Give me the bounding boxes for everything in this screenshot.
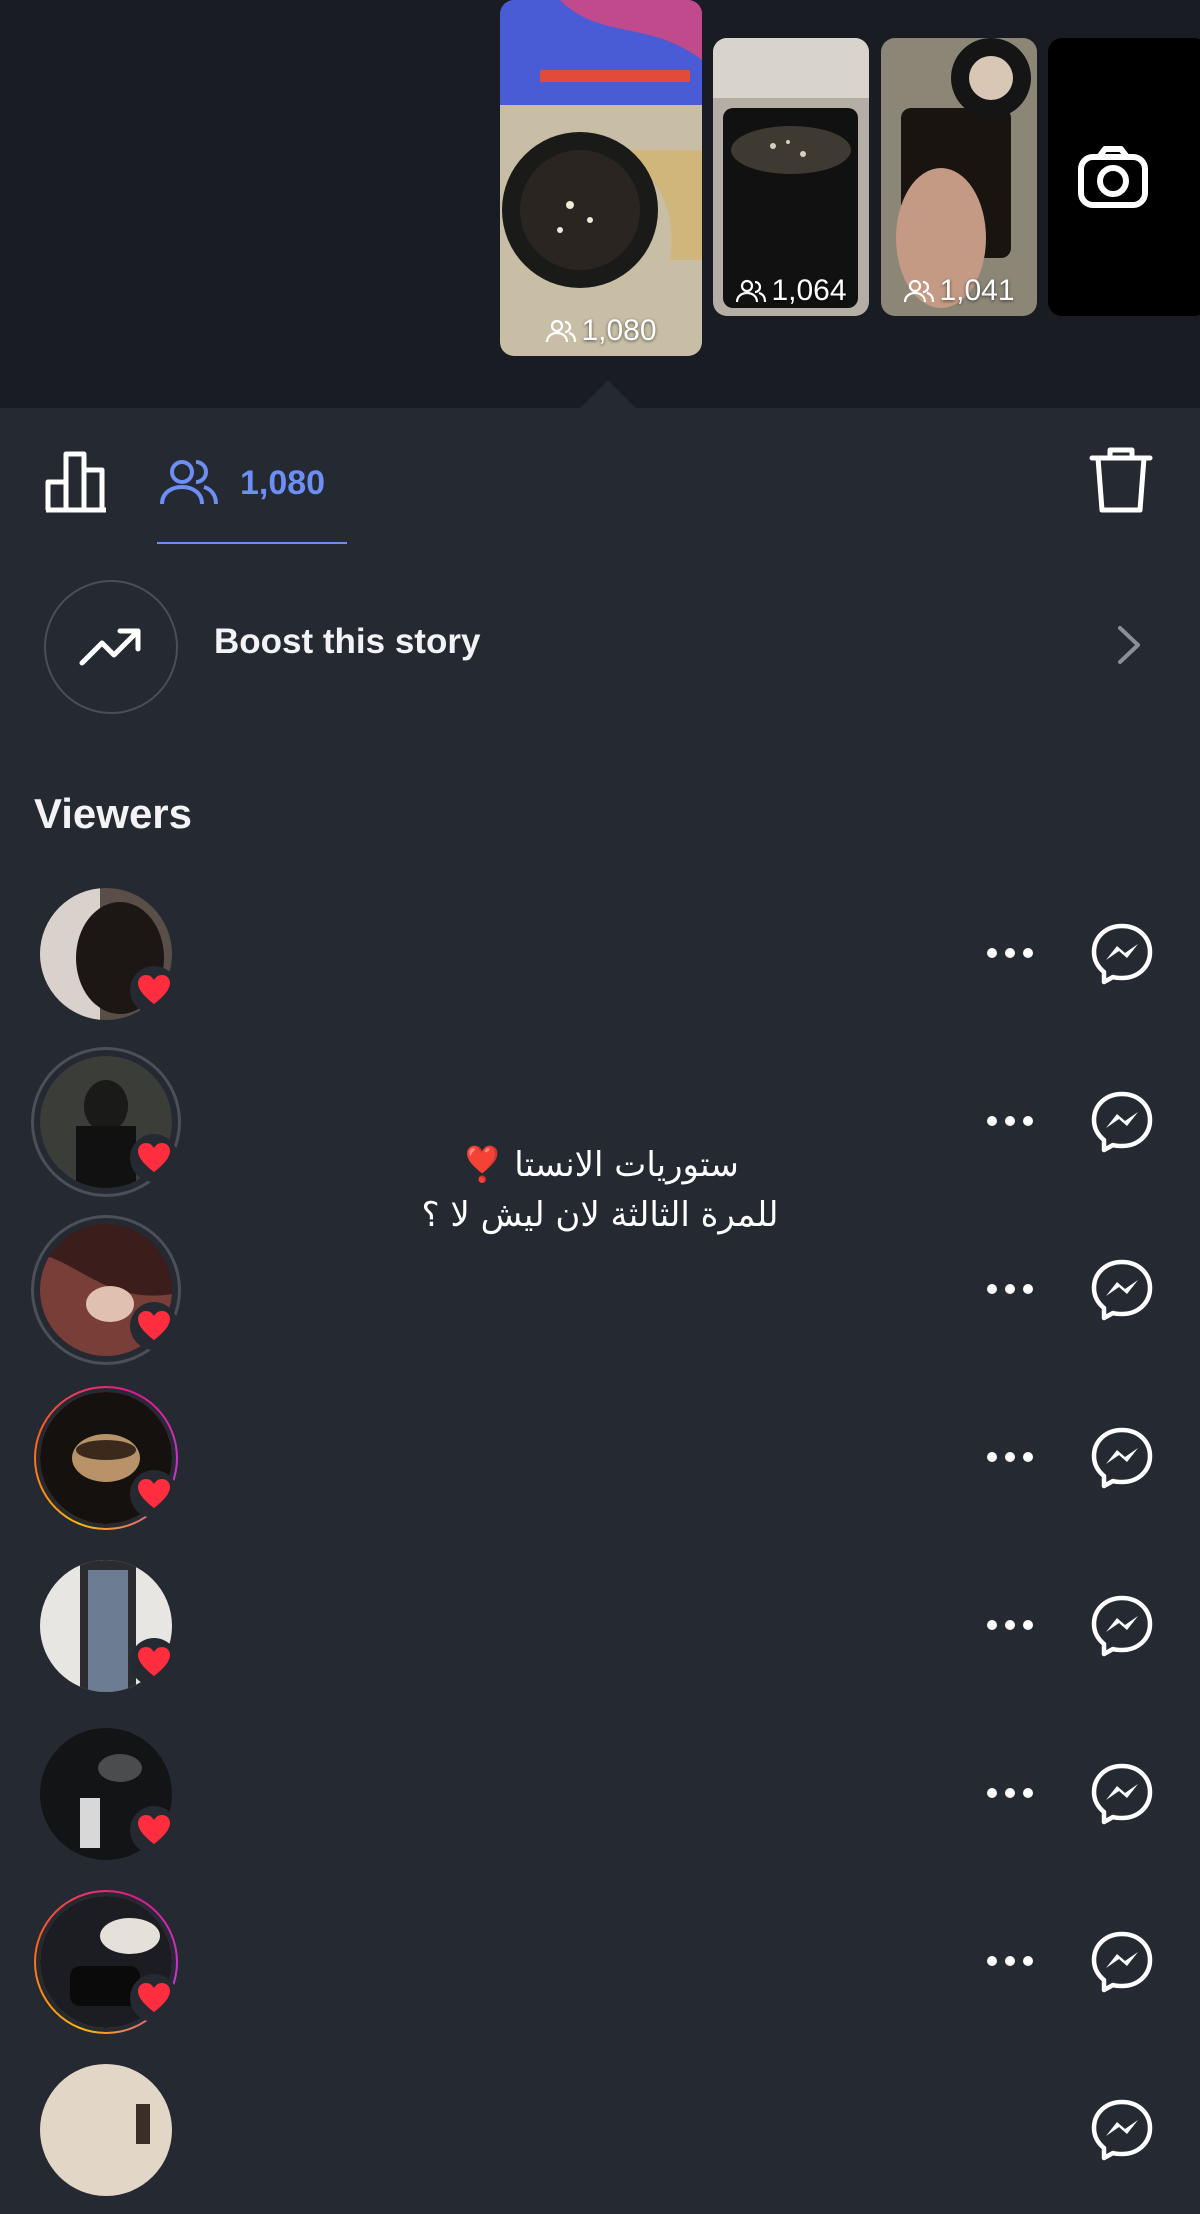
heart-icon: [130, 1974, 178, 2022]
boost-story-row[interactable]: Boost this story: [0, 570, 1200, 720]
messenger-icon[interactable]: [1090, 1426, 1154, 1490]
heart-icon: [130, 966, 178, 1014]
heart-icon: [130, 1134, 178, 1182]
more-icon[interactable]: [984, 1948, 1036, 1974]
active-tab-indicator: [157, 542, 347, 544]
insights-button[interactable]: [44, 448, 114, 514]
more-icon[interactable]: [984, 1444, 1036, 1470]
viewers-icon: [904, 279, 935, 303]
viewers-icon: [546, 319, 577, 343]
story-toolbar: 1,080: [0, 408, 1200, 544]
add-story-button[interactable]: [1048, 38, 1200, 316]
viewers-icon: [160, 460, 218, 505]
viewers-tab[interactable]: 1,080: [158, 448, 325, 518]
viewer-row[interactable]: [0, 1374, 1200, 1542]
avatar[interactable]: [34, 882, 178, 1026]
more-icon[interactable]: [984, 1612, 1036, 1638]
avatar[interactable]: [34, 1050, 178, 1194]
story-thumbnail[interactable]: 1,064: [713, 38, 869, 316]
selected-story-pointer: [578, 380, 638, 410]
viewers-title: Viewers: [34, 790, 193, 837]
trash-icon: [1089, 447, 1153, 513]
heart-icon: [130, 1806, 178, 1854]
story-strip: 1,080 1,064 1,041: [0, 0, 1200, 408]
chevron-right-icon: [1118, 626, 1140, 664]
viewer-row[interactable]: [0, 1878, 1200, 2046]
messenger-icon[interactable]: [1090, 1090, 1154, 1154]
story-image: [500, 0, 702, 356]
more-icon[interactable]: [984, 1276, 1036, 1302]
overlay-caption-line1: ستوريات الانستا ❣️: [461, 1145, 739, 1185]
messenger-icon[interactable]: [1090, 922, 1154, 986]
avatar[interactable]: [34, 1386, 178, 1530]
messenger-icon[interactable]: [1090, 1594, 1154, 1658]
avatar[interactable]: [34, 1554, 178, 1698]
avatar[interactable]: [34, 2058, 178, 2202]
avatar[interactable]: [34, 1218, 178, 1362]
story-view-count: 1,080: [500, 314, 702, 348]
viewer-count: 1,080: [240, 463, 326, 502]
overlay-caption-line2: للمرة الثالثة لان ليش لا ؟: [421, 1195, 779, 1235]
messenger-icon[interactable]: [1090, 1930, 1154, 1994]
heart-icon: [130, 1302, 178, 1350]
overlay-caption: ستوريات الانستا ❣️ للمرة الثالثة لان ليش…: [380, 1140, 820, 1240]
messenger-icon[interactable]: [1090, 1258, 1154, 1322]
story-thumbnail[interactable]: 1,041: [881, 38, 1037, 316]
trend-up-icon: [79, 628, 141, 666]
boost-icon-circle: [44, 580, 178, 714]
avatar[interactable]: [34, 1722, 178, 1866]
viewer-row[interactable]: [0, 870, 1200, 1038]
viewer-row[interactable]: [0, 2046, 1200, 2214]
viewer-row[interactable]: [0, 1542, 1200, 1710]
story-view-count: 1,041: [881, 274, 1037, 308]
messenger-icon[interactable]: [1090, 2098, 1154, 2162]
insights-icon: [45, 451, 106, 513]
more-icon[interactable]: [984, 1780, 1036, 1806]
delete-story-button[interactable]: [1088, 444, 1154, 516]
camera-icon: [1078, 146, 1148, 208]
viewer-row[interactable]: [0, 1710, 1200, 1878]
heart-icon: [130, 1470, 178, 1518]
more-icon[interactable]: [984, 1108, 1036, 1134]
messenger-icon[interactable]: [1090, 1762, 1154, 1826]
story-view-count: 1,064: [713, 274, 869, 308]
boost-label: Boost this story: [214, 622, 481, 661]
story-thumbnail-selected[interactable]: 1,080: [500, 0, 702, 356]
more-icon[interactable]: [984, 940, 1036, 966]
heart-icon: [130, 1638, 178, 1686]
viewers-icon: [736, 279, 767, 303]
avatar[interactable]: [34, 1890, 178, 2034]
